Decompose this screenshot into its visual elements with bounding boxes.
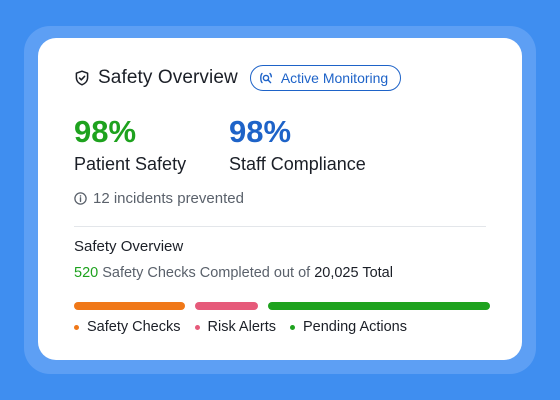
checks-summary: 520 Safety Checks Completed out of 20,02… xyxy=(74,265,393,281)
patient-safety-stat: 98% Patient Safety xyxy=(74,114,186,175)
active-monitoring-badge[interactable]: Active Monitoring xyxy=(249,65,402,91)
section-title: Safety Overview xyxy=(74,238,184,255)
staff-compliance-value: 98% xyxy=(229,114,292,149)
legend-dot xyxy=(74,324,79,330)
divider xyxy=(74,226,486,227)
risk-alerts-bar xyxy=(194,302,259,310)
legend-dot xyxy=(290,324,295,330)
summary-middle: Safety Checks Completed out of xyxy=(98,265,315,281)
legend-item-risk-alerts: Risk Alerts xyxy=(194,319,277,335)
staff-compliance-label: Staff Compliance xyxy=(229,154,366,174)
shield-icon xyxy=(74,70,90,86)
legend-label: Risk Alerts xyxy=(207,319,277,335)
legend-dot xyxy=(194,324,200,330)
safety-overview-card: Safety Overview Active Monitoring 98% Pa… xyxy=(38,38,522,360)
legend-label: Pending Actions xyxy=(303,319,407,335)
total-count: 20,025 Total xyxy=(314,265,393,281)
patient-safety-label: Patient Safety xyxy=(74,154,187,174)
card-header: Safety Overview Active Monitoring xyxy=(74,64,402,92)
legend-label: Safety Checks xyxy=(87,319,181,335)
legend-item-safety-checks: Safety Checks xyxy=(74,319,181,335)
info-icon xyxy=(74,192,87,205)
patient-safety-value: 98% xyxy=(74,114,137,149)
progress-legend: Safety Checks Risk Alerts Pending Actions xyxy=(74,319,421,335)
staff-compliance-stat: 98% Staff Compliance xyxy=(229,114,366,175)
badge-label: Active Monitoring xyxy=(280,70,389,86)
legend-item-pending-actions: Pending Actions xyxy=(290,319,407,335)
safety-checks-bar xyxy=(74,302,185,310)
card-title: Safety Overview xyxy=(98,67,238,88)
completed-count: 520 xyxy=(74,265,99,281)
incidents-note: 12 incidents prevented xyxy=(74,190,244,207)
pending-actions-bar xyxy=(268,302,490,310)
monitoring-icon xyxy=(259,71,273,85)
progress-bars xyxy=(74,302,490,310)
incidents-text: 12 incidents prevented xyxy=(93,190,244,207)
